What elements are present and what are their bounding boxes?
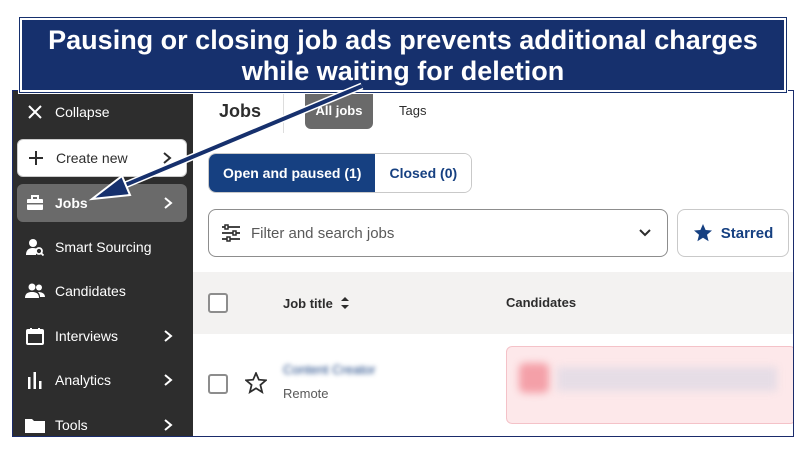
blurred-text — [557, 367, 777, 391]
chevron-down-icon[interactable] — [637, 225, 653, 241]
plus-icon — [26, 148, 46, 168]
sidebar-item-label: Tools — [55, 417, 88, 433]
sidebar-item-label: Candidates — [55, 283, 126, 299]
annotation-banner: Pausing or closing job ads prevents addi… — [19, 17, 787, 93]
filter-search-input[interactable]: Filter and search jobs — [208, 209, 668, 257]
sidebar-item-tools[interactable]: Tools — [17, 406, 187, 436]
briefcase-icon — [25, 193, 45, 213]
star-outline-icon[interactable] — [245, 372, 267, 394]
sidebar-item-smart-sourcing[interactable]: Smart Sourcing — [17, 228, 187, 266]
sidebar-item-analytics[interactable]: Analytics — [17, 361, 187, 399]
chevron-right-icon — [164, 330, 173, 342]
star-icon — [693, 224, 712, 242]
starred-button[interactable]: Starred — [677, 209, 789, 257]
top-bar: Jobs All jobs Tags — [193, 91, 793, 135]
tab-tags[interactable]: Tags — [399, 103, 426, 118]
closed-tab[interactable]: Closed (0) — [375, 154, 472, 192]
sidebar-item-collapse[interactable]: Collapse — [17, 93, 187, 131]
job-title-link[interactable]: Content Creator — [283, 362, 376, 377]
column-label: Job title — [283, 295, 333, 311]
sidebar-item-label: Create new — [56, 150, 128, 166]
sidebar-item-label: Jobs — [55, 195, 88, 211]
candidates-summary — [506, 346, 793, 424]
column-candidates: Candidates — [506, 295, 577, 310]
table-header: Job title Candidates — [193, 272, 793, 334]
folder-icon — [25, 415, 45, 435]
close-icon — [25, 102, 45, 122]
tab-all-jobs[interactable]: All jobs — [305, 91, 373, 129]
divider — [283, 91, 284, 133]
chevron-right-icon — [164, 374, 173, 386]
banner-line-1: Pausing or closing job ads prevents addi… — [48, 25, 758, 55]
sidebar-item-interviews[interactable]: Interviews — [17, 317, 187, 355]
sidebar-item-label: Smart Sourcing — [55, 239, 152, 255]
select-all-checkbox[interactable] — [208, 293, 228, 313]
chevron-right-icon — [163, 152, 172, 164]
sidebar-item-label: Collapse — [55, 104, 110, 120]
table-row: Content Creator Remote — [193, 334, 793, 436]
bar-chart-icon — [25, 370, 45, 390]
sidebar-item-label: Analytics — [55, 372, 112, 388]
filter-placeholder: Filter and search jobs — [251, 224, 395, 242]
open-and-paused-tab[interactable]: Open and paused (1) — [209, 154, 376, 192]
page-title: Jobs — [219, 101, 262, 121]
job-location: Remote — [283, 386, 329, 401]
sort-icon — [340, 297, 349, 309]
sidebar-item-label: Interviews — [55, 328, 119, 344]
sidebar-item-create-new[interactable]: Create new — [17, 139, 187, 177]
blurred-badge — [519, 363, 549, 393]
banner-line-2: while waiting for deletion — [241, 56, 565, 86]
calendar-icon — [25, 326, 45, 346]
person-search-icon — [25, 237, 45, 257]
starred-label: Starred — [720, 224, 774, 242]
row-checkbox[interactable] — [208, 374, 228, 394]
sidebar: Collapse Create new Jobs Smart Sourcing — [13, 91, 193, 436]
sliders-icon — [222, 224, 240, 242]
sidebar-item-candidates[interactable]: Candidates — [17, 272, 187, 310]
sidebar-item-jobs[interactable]: Jobs — [17, 184, 187, 222]
job-status-toggle: Open and paused (1) Closed (0) — [208, 153, 473, 193]
chevron-right-icon — [164, 197, 173, 209]
app-window: Collapse Create new Jobs Smart Sourcing — [12, 90, 794, 437]
chevron-right-icon — [164, 419, 173, 431]
column-job-title[interactable]: Job title — [283, 295, 351, 311]
people-icon — [25, 281, 45, 301]
main-content: Jobs All jobs Tags Open and paused (1) C… — [193, 91, 793, 436]
